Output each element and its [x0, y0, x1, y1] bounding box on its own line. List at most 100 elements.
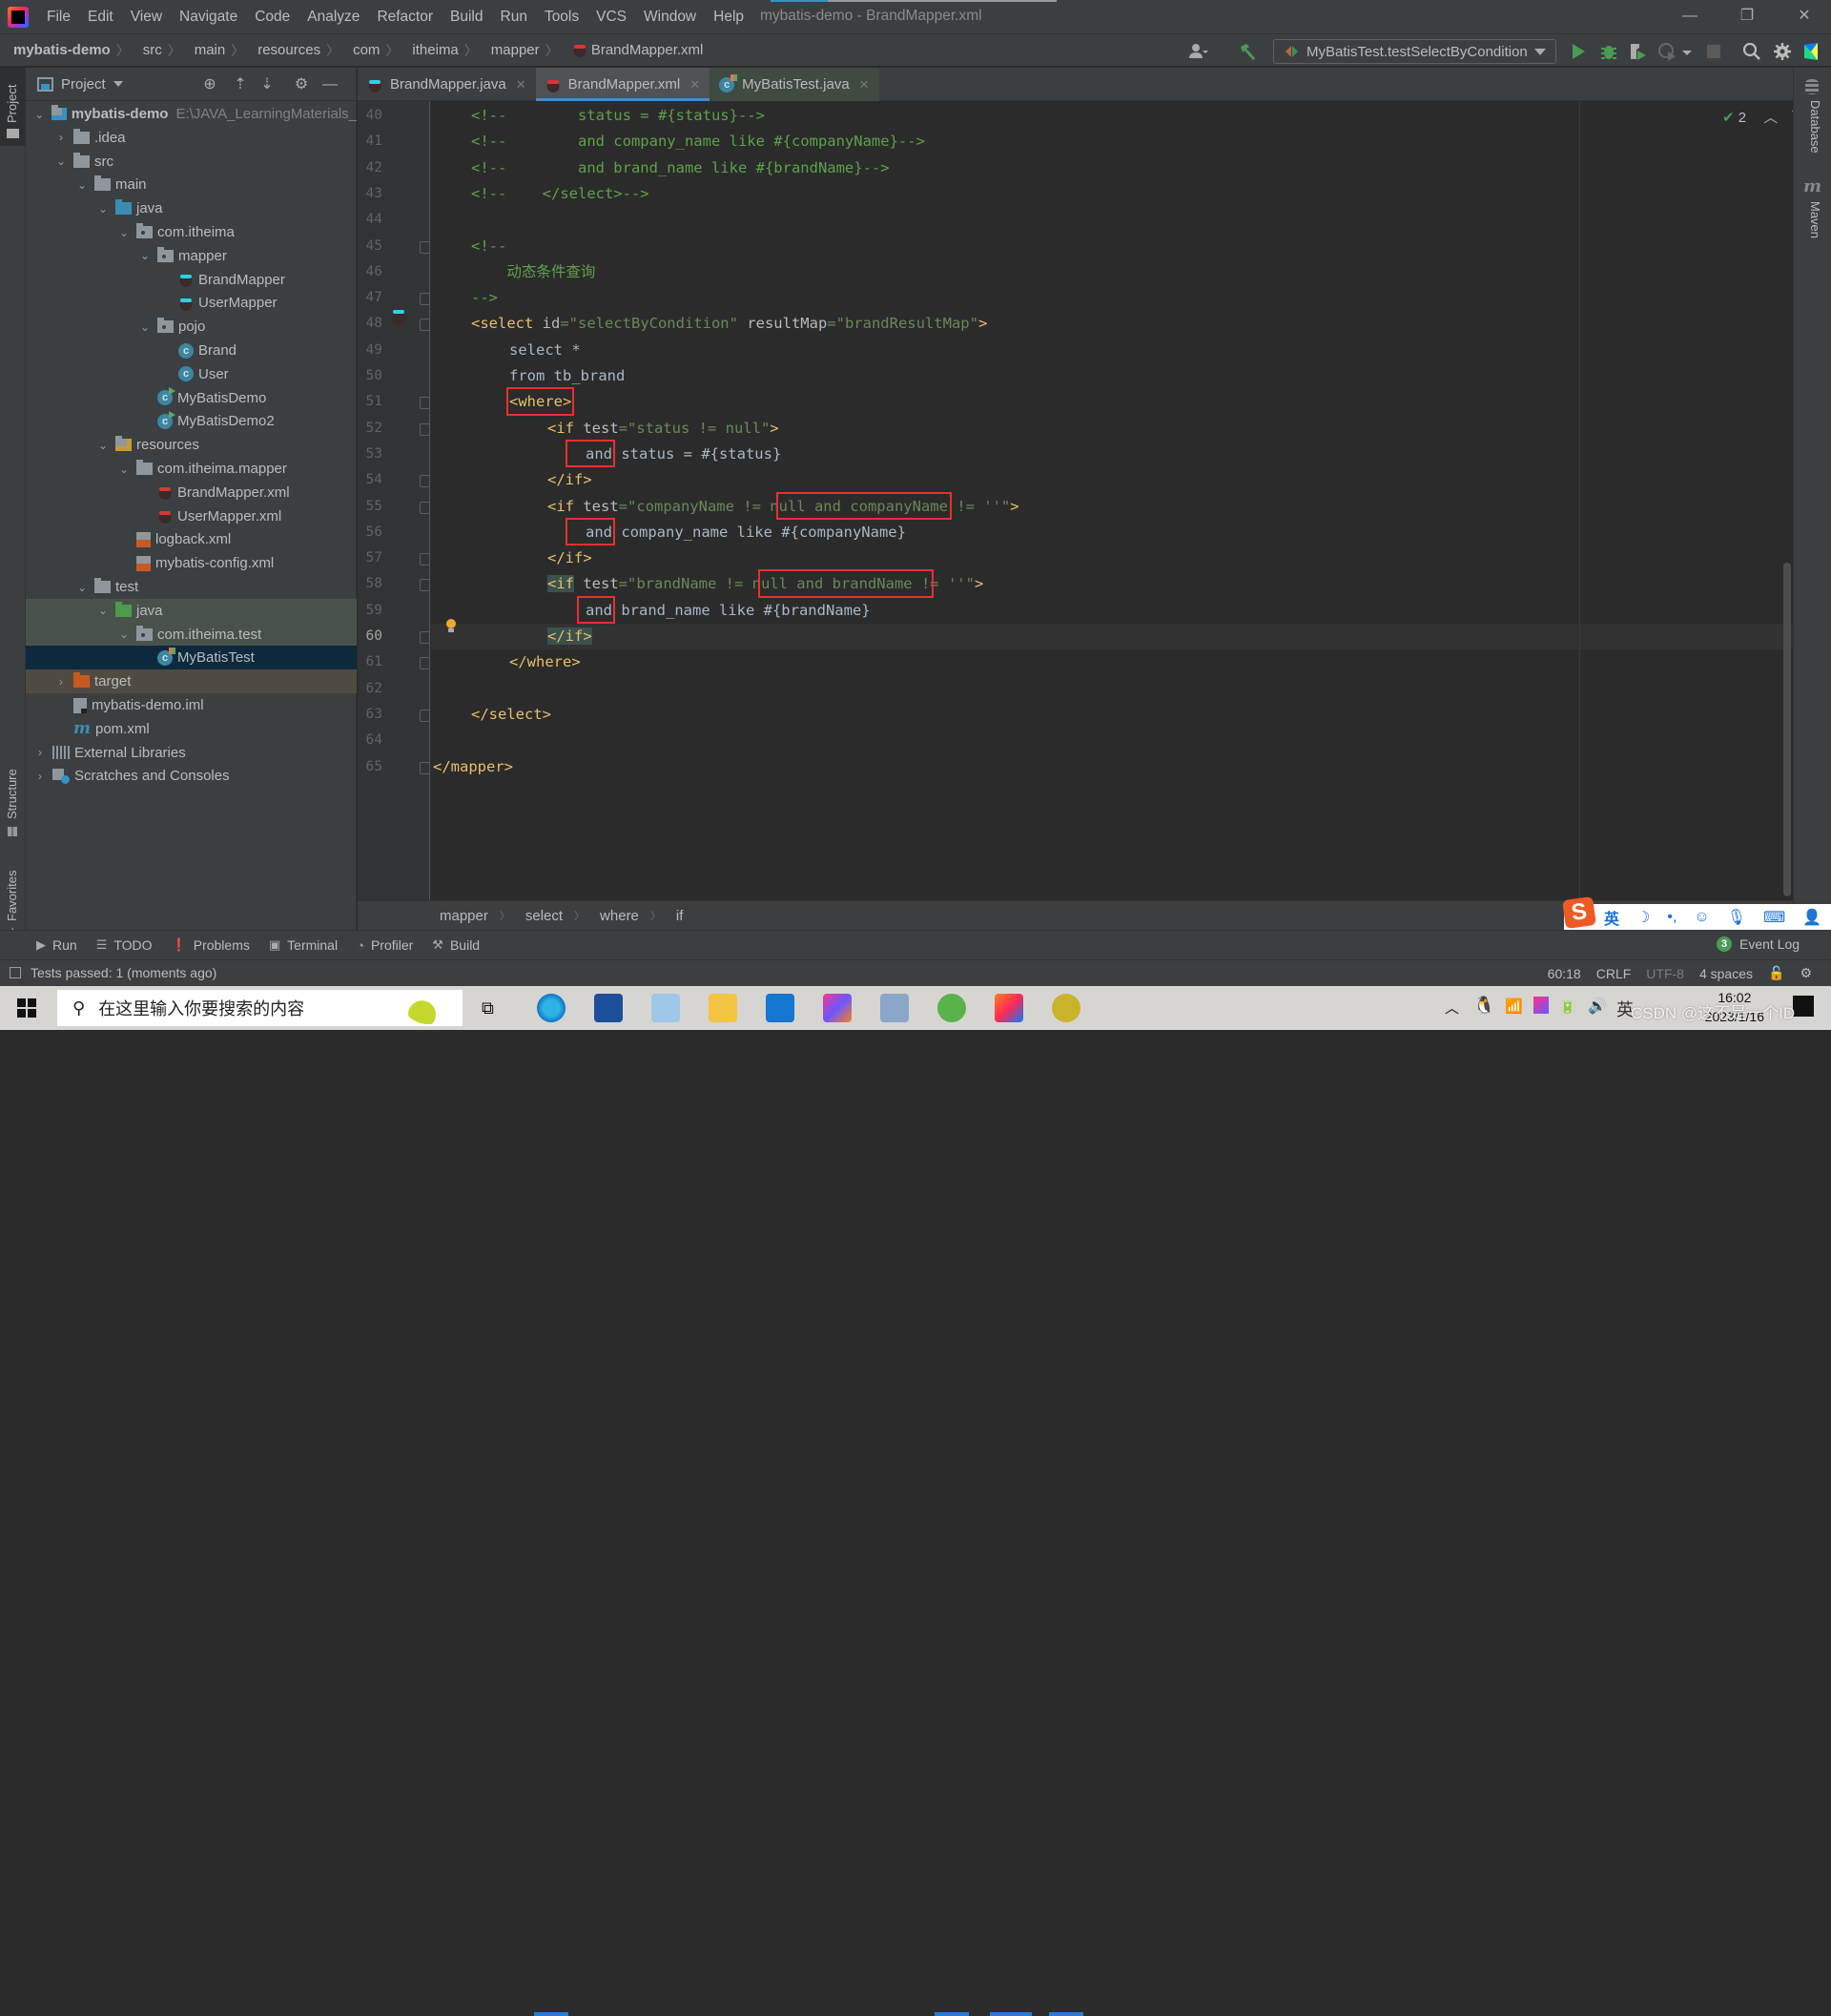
tree-item[interactable]: ⌄ pojo	[26, 315, 357, 339]
microsoft-store-icon[interactable]	[594, 994, 623, 1022]
tree-item[interactable]: UserMapper.xml	[26, 504, 357, 528]
chevron-down-icon[interactable]: ⌄	[138, 249, 152, 262]
chevron-down-icon[interactable]: ⌄	[117, 226, 131, 239]
locate-file-icon[interactable]: ⊕	[201, 76, 218, 93]
search-everywhere-icon[interactable]	[1741, 41, 1762, 62]
chevron-right-icon[interactable]: ›	[54, 675, 68, 689]
fold-marker-icon[interactable]	[420, 293, 430, 306]
readonly-lock-icon[interactable]: 🔓	[1768, 965, 1784, 981]
code-line[interactable]: <!-- </select>-->	[471, 181, 649, 207]
menu-tools[interactable]: Tools	[536, 9, 587, 26]
editor-crumb-where[interactable]: where	[585, 908, 639, 924]
indent-setting[interactable]: 4 spaces	[1699, 966, 1753, 981]
fold-marker-icon[interactable]	[420, 475, 430, 488]
tree-item[interactable]: ⌄ src	[26, 150, 357, 174]
task-view-icon[interactable]: ⧉	[482, 998, 494, 1018]
caret-position[interactable]: 60:18	[1548, 966, 1581, 981]
status-message[interactable]: Tests passed: 1 (moments ago)	[31, 965, 216, 980]
chevron-down-icon[interactable]: ⌄	[96, 439, 110, 452]
code-line[interactable]: <if test="status != null">	[547, 416, 779, 442]
close-tab-icon[interactable]: ✕	[859, 77, 870, 93]
close-tab-icon[interactable]: ✕	[689, 77, 700, 93]
fold-marker-icon[interactable]	[420, 709, 430, 722]
tab-brandmapper-xml[interactable]: BrandMapper.xml ✕	[535, 68, 710, 101]
menu-help[interactable]: Help	[705, 9, 752, 26]
breadcrumb-com[interactable]: com	[339, 42, 380, 58]
emoji-icon[interactable]: ☺	[1694, 909, 1709, 926]
tree-item[interactable]: ⌄ com.itheima.mapper	[26, 457, 357, 481]
chevron-down-icon[interactable]: ⌄	[117, 627, 131, 641]
tab-brandmapper-java[interactable]: BrandMapper.java ✕	[358, 68, 536, 101]
breadcrumb-mapper[interactable]: mapper	[478, 42, 540, 58]
app-s-icon[interactable]	[766, 994, 794, 1022]
code-line[interactable]: </where>	[509, 649, 581, 675]
chevron-down-icon[interactable]: ⌄	[54, 154, 68, 168]
breadcrumb-src[interactable]: src	[130, 42, 162, 58]
chevron-right-icon[interactable]: ›	[54, 131, 68, 144]
tree-item[interactable]: › Scratches and Consoles	[26, 764, 357, 788]
chevron-down-icon[interactable]: ⌄	[75, 178, 89, 192]
fold-marker-icon[interactable]	[420, 422, 430, 436]
volume-icon[interactable]: 🔊	[1588, 997, 1607, 1016]
debug-icon[interactable]	[1598, 41, 1619, 62]
chevron-down-icon[interactable]: ⌄	[33, 108, 46, 121]
file-explorer-icon[interactable]	[709, 994, 737, 1022]
breadcrumb-project[interactable]: mybatis-demo	[0, 42, 111, 58]
user-icon[interactable]: 👤	[1802, 908, 1821, 927]
hide-panel-icon[interactable]: —	[321, 76, 339, 93]
settings-gear-icon[interactable]: ⚙	[293, 76, 310, 93]
tab-mybatistest-java[interactable]: c MyBatisTest.java ✕	[710, 68, 879, 101]
code-line[interactable]: 动态条件查询	[471, 259, 595, 285]
voice-input-icon[interactable]: 🎙	[1727, 908, 1746, 927]
tree-item[interactable]: ⌄ mybatis-demo E:\JAVA_LearningMaterials_	[26, 102, 357, 126]
wechat-like-app-icon[interactable]	[937, 994, 966, 1022]
user-account-icon[interactable]	[1187, 41, 1208, 62]
fold-marker-icon[interactable]	[420, 240, 430, 254]
intellij-idea-taskbar-icon[interactable]	[995, 994, 1023, 1022]
code-line[interactable]: </mapper>	[433, 754, 513, 780]
fold-marker-icon[interactable]	[420, 319, 430, 332]
build-tool-button[interactable]: ⚒ Build	[432, 937, 480, 953]
chevron-down-icon[interactable]: ⌄	[75, 581, 89, 594]
sogou-ime-toolbar[interactable]: S 英 ☽ •, ☺ 🎙 ⌨ 👤 👕 ▦	[1562, 895, 1831, 930]
stop-icon[interactable]	[1703, 41, 1724, 62]
tree-item[interactable]: c Brand	[26, 339, 357, 362]
menu-run[interactable]: Run	[492, 9, 536, 26]
terminal-tool-button[interactable]: ▣ Terminal	[269, 937, 338, 953]
code-line[interactable]: </if>	[547, 624, 592, 649]
database-tool-tab[interactable]: Database	[1794, 68, 1831, 173]
jetbrains-toolbox-icon[interactable]	[1800, 41, 1821, 62]
code-line[interactable]: select *	[509, 338, 581, 363]
maven-tool-tab[interactable]: m Maven	[1794, 173, 1831, 268]
editor-crumb-if[interactable]: if	[661, 908, 684, 924]
restore-button[interactable]: ❐	[1728, 4, 1766, 29]
project-view-title[interactable]: Project	[61, 76, 106, 93]
profiler-icon[interactable]	[1657, 41, 1678, 62]
keyboard-icon[interactable]: ⌨	[1763, 908, 1785, 927]
tree-item[interactable]: UserMapper	[26, 291, 357, 315]
menu-navigate[interactable]: Navigate	[171, 9, 246, 26]
fold-marker-icon[interactable]	[420, 397, 430, 410]
tree-item[interactable]: m pom.xml	[26, 717, 357, 741]
editor-crumb-select[interactable]: select	[510, 908, 563, 924]
menu-edit[interactable]: Edit	[79, 9, 122, 26]
battery-icon[interactable]: 🔋	[1559, 998, 1575, 1015]
menu-refactor[interactable]: Refactor	[368, 9, 442, 26]
code-line[interactable]: <!--	[471, 234, 506, 259]
todo-tool-button[interactable]: ☰ TODO	[96, 937, 153, 953]
tree-item[interactable]: ⌄ test	[26, 575, 357, 599]
tree-item[interactable]: › .idea	[26, 126, 357, 150]
qq-tray-icon[interactable]: 🐧	[1473, 996, 1494, 1016]
mapper-navigation-icon[interactable]	[390, 308, 407, 325]
fold-marker-icon[interactable]	[420, 553, 430, 566]
tree-item[interactable]: logback.xml	[26, 527, 357, 551]
code-line[interactable]: </if>	[547, 545, 592, 571]
app-coin-icon[interactable]	[1052, 994, 1080, 1022]
chevron-down-icon[interactable]	[113, 81, 123, 87]
menu-file[interactable]: File	[38, 9, 79, 26]
breadcrumb-itheima[interactable]: itheima	[399, 42, 458, 58]
expand-all-icon[interactable]: ⇡	[232, 76, 249, 93]
fold-marker-icon[interactable]	[420, 631, 430, 644]
project-tool-tab[interactable]: Project	[0, 68, 26, 146]
tree-item[interactable]: ⌄ com.itheima.test	[26, 622, 357, 647]
